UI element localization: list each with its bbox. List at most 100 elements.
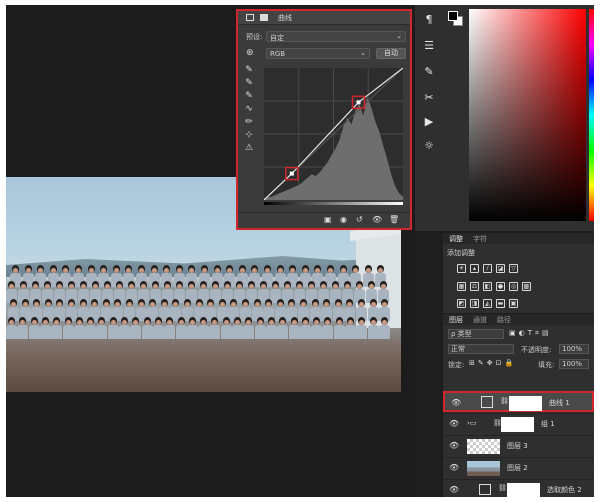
curve-point-icon[interactable]: ∿ [242, 103, 256, 116]
student-figure [198, 317, 210, 339]
student-figure [378, 317, 390, 339]
clip-layer-icon[interactable]: ▣ [324, 215, 332, 224]
brush-icon[interactable]: ✎ [420, 63, 438, 81]
student-figure [85, 317, 97, 339]
visibility-icon[interactable]: 👁 [372, 215, 382, 224]
color-field[interactable] [469, 9, 586, 221]
color-balance-icon[interactable]: ⚖ [470, 282, 479, 291]
visibility-eye-icon[interactable]: 👁 [449, 419, 459, 429]
hue-saturation-icon[interactable]: ▦ [457, 282, 466, 291]
student-figure [17, 317, 29, 339]
warning-icon[interactable]: ⚠ [242, 142, 256, 155]
foreground-color-swatch[interactable] [448, 11, 458, 21]
curves-icon[interactable]: ∕ [483, 264, 492, 273]
layer-row-layer-2[interactable]: 👁 图层 2 [443, 457, 594, 478]
tab-channels[interactable]: 通道 [473, 315, 487, 325]
auto-button[interactable]: 自动 [376, 48, 406, 59]
adjustments-panel: 调整 字符 添加调整 ☀ ▴ ∕ ◪ ▽ ▦ ⚖ ◧ ● ◎ ▩ ◩ ◨ ◭ ▬ ▣ [443, 233, 594, 313]
student-figure [152, 317, 164, 339]
student-figure [356, 317, 368, 339]
visibility-eye-icon[interactable]: 👁 [451, 398, 461, 408]
visibility-eye-icon[interactable]: 👁 [449, 463, 459, 473]
fill-field[interactable]: 100% [559, 359, 589, 369]
pencil-icon[interactable]: ✏ [242, 116, 256, 129]
student-figure [299, 317, 311, 339]
properties-header: 曲线 [238, 11, 410, 25]
student-figure [164, 317, 176, 339]
tab-layers[interactable]: 图层 [449, 315, 463, 325]
trash-icon[interactable]: 🗑 [389, 215, 399, 224]
color-lookup-icon[interactable]: ▩ [522, 282, 531, 291]
vibrance-icon[interactable]: ▽ [509, 264, 518, 273]
layer-row-layer-3[interactable]: 👁 图层 3 [443, 435, 594, 456]
student-figure [209, 317, 221, 339]
gradient-map-icon[interactable]: ▬ [496, 299, 505, 308]
layer-row-selective-color-2[interactable]: 👁 ⛓ 选取颜色 2 [443, 479, 594, 497]
paragraph-icon[interactable]: ¶ [420, 11, 438, 29]
opacity-field[interactable]: 100% [559, 344, 589, 354]
properties-title: 曲线 [278, 14, 292, 22]
student-figure [220, 317, 232, 339]
curves-graph[interactable] [263, 67, 404, 201]
layer-thumbnail[interactable] [467, 461, 500, 476]
student-figure [28, 317, 40, 339]
eyedropper-gray-icon[interactable]: ✎ [242, 77, 256, 90]
layer-mask-thumbnail[interactable] [501, 417, 534, 432]
student-figure [311, 317, 323, 339]
lock-icons[interactable]: ⊞✎✥⊡🔒 [469, 359, 516, 367]
eyedropper-white-icon[interactable]: ✎ [242, 90, 256, 103]
invert-icon[interactable]: ◩ [457, 299, 466, 308]
tab-adjustments[interactable]: 调整 [449, 234, 463, 244]
layer-name: 图层 3 [507, 442, 528, 450]
visibility-eye-icon[interactable]: 👁 [449, 441, 459, 451]
tab-character[interactable]: 字符 [473, 234, 487, 244]
student-figure [96, 317, 108, 339]
layer-thumbnail[interactable] [467, 439, 500, 454]
layer-row-curves-1[interactable]: 👁 ⛓ 曲线 1 [443, 391, 594, 412]
tools-icon[interactable]: ✂ [420, 89, 438, 107]
selective-color-icon[interactable]: ▣ [509, 299, 518, 308]
layer-row-group-1[interactable]: 👁 ›▭ ⛓ 组 1 [443, 413, 594, 434]
folder-icon[interactable]: ›▭ [467, 419, 476, 427]
student-figure [107, 317, 119, 339]
view-previous-icon[interactable]: ◉ [340, 215, 347, 224]
visibility-eye-icon[interactable]: 👁 [449, 485, 459, 495]
exposure-icon[interactable]: ◪ [496, 264, 505, 273]
blend-mode-select[interactable]: 正常 [448, 344, 514, 354]
student-figure [6, 317, 17, 339]
posterize-icon[interactable]: ◨ [470, 299, 479, 308]
filter-icons[interactable]: ▣◐T⌗▤ [509, 329, 552, 338]
photo-filter-icon[interactable]: ● [496, 282, 505, 291]
curves-adjust-icon[interactable] [246, 14, 254, 21]
link-icon: ⛓ [500, 397, 509, 405]
reset-icon[interactable]: ↺ [356, 215, 363, 224]
preset-select[interactable]: 自定 ⌄ [266, 31, 406, 42]
adjust-sliders-icon[interactable]: ☰ [420, 37, 438, 55]
tab-paths[interactable]: 路径 [497, 315, 511, 325]
student-figure [232, 317, 243, 339]
layer-mask-thumbnail[interactable] [507, 483, 540, 497]
smooth-icon[interactable]: ⊹ [242, 129, 256, 142]
lightbulb-icon[interactable]: ☼ [420, 137, 438, 155]
ground [6, 350, 401, 392]
student-figure [367, 317, 379, 339]
target-adjust-icon[interactable]: ⊛ [246, 48, 254, 58]
channel-select[interactable]: RGB ⌄ [266, 48, 370, 59]
link-icon: ⛓ [498, 484, 507, 492]
curve-point [289, 171, 294, 176]
channel-mixer-icon[interactable]: ◎ [509, 282, 518, 291]
student-figure [345, 317, 356, 339]
threshold-icon[interactable]: ◭ [483, 299, 492, 308]
levels-icon[interactable]: ▴ [470, 264, 479, 273]
hue-slider[interactable] [589, 9, 594, 221]
brightness-icon[interactable]: ☀ [457, 264, 466, 273]
mask-icon[interactable] [260, 14, 268, 21]
black-white-icon[interactable]: ◧ [483, 282, 492, 291]
lock-label: 锁定: [448, 361, 465, 369]
layer-filter-select[interactable]: ρ 类型 [448, 329, 504, 339]
student-figure [265, 317, 277, 339]
eyedropper-black-icon[interactable]: ✎ [242, 64, 256, 77]
play-icon[interactable]: ▶ [420, 113, 438, 131]
layer-mask-thumbnail[interactable] [509, 396, 542, 411]
student-figure [62, 317, 74, 339]
